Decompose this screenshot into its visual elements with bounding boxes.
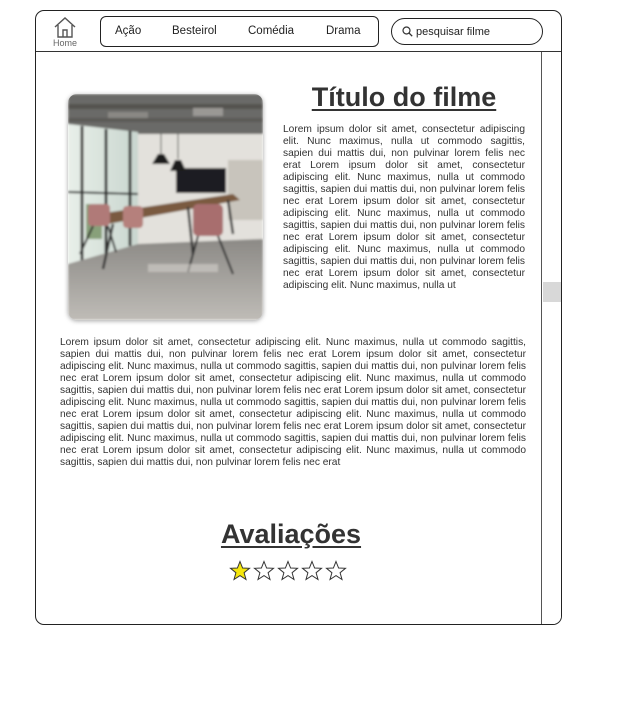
star-icon[interactable] <box>277 560 299 582</box>
scrollbar-track[interactable] <box>542 52 561 624</box>
reviews-heading: Avaliações <box>220 519 362 549</box>
movie-synopsis-long: Lorem ipsum dolor sit amet, consectetur … <box>60 337 526 468</box>
star-rating[interactable] <box>229 560 349 582</box>
movie-title: Título do filme <box>311 82 497 112</box>
app-window: Home Ação Besteirol Comédia Drama pesqui… <box>35 10 562 625</box>
star-icon[interactable] <box>301 560 323 582</box>
genre-menu: Ação Besteirol Comédia Drama <box>100 16 379 47</box>
scrollbar-thumb[interactable] <box>543 282 561 302</box>
top-navigation-bar: Home Ação Besteirol Comédia Drama <box>36 11 561 52</box>
search-icon <box>402 26 413 37</box>
star-icon[interactable] <box>253 560 275 582</box>
star-icon[interactable] <box>229 560 251 582</box>
home-label: Home <box>52 38 77 48</box>
search-box[interactable] <box>391 18 543 45</box>
genre-link-drama[interactable]: Drama <box>326 25 361 37</box>
home-button[interactable]: Home <box>51 16 79 48</box>
star-icon[interactable] <box>325 560 347 582</box>
search-input[interactable] <box>416 23 534 41</box>
movie-detail-panel: Título do filme Lorem ipsum dolor sit am… <box>36 52 542 624</box>
movie-synopsis-short: Lorem ipsum dolor sit amet, consectetur … <box>283 124 525 291</box>
home-icon <box>54 17 76 38</box>
movie-poster-image <box>68 94 263 320</box>
genre-link-comedia[interactable]: Comédia <box>248 25 294 37</box>
genre-link-acao[interactable]: Ação <box>115 25 141 37</box>
genre-link-besteirol[interactable]: Besteirol <box>172 25 217 37</box>
